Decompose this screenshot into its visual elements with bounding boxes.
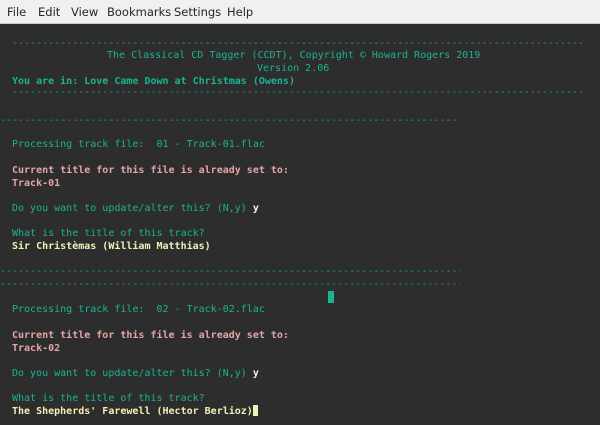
track2-update-prompt: Do you want to update/alter this? (N,y): [12, 368, 253, 379]
menu-bookmarks[interactable]: Bookmarks: [107, 5, 171, 19]
track1-update-prompt: Do you want to update/alter this? (N,y): [12, 203, 253, 214]
track2-update-answer: y: [252, 368, 259, 379]
terminal-cursor: [328, 291, 334, 303]
track1-current-title-label: Current title for this file is already s…: [12, 165, 289, 176]
input-cursor: [252, 405, 258, 416]
menu-edit[interactable]: Edit: [38, 5, 60, 19]
terminal-output[interactable]: ----------------------------------------…: [0, 24, 600, 425]
track1-update-answer: y: [252, 203, 259, 214]
app-title: The Classical CD Tagger (CCDT), Copyrigh…: [107, 50, 481, 61]
track2-processing: Processing track file: 02 - Track-02.fla…: [12, 304, 265, 315]
separator-3: ----------------------------------------…: [0, 279, 460, 290]
track2-title-prompt: What is the title of this track?: [12, 393, 205, 404]
header-rule-bottom: ----------------------------------------…: [12, 87, 584, 98]
menu-help[interactable]: Help: [227, 5, 253, 19]
track1-title-prompt: What is the title of this track?: [12, 228, 205, 239]
track1-update-line: Do you want to update/alter this? (N,y) …: [12, 202, 259, 215]
track2-update-line: Do you want to update/alter this? (N,y) …: [12, 367, 259, 380]
menu-bar: File Edit View Bookmarks Settings Help: [0, 0, 600, 24]
track2-title-answer: The Shepherds' Farewell (Hector Berlioz): [12, 406, 253, 417]
menu-settings[interactable]: Settings: [174, 5, 221, 19]
separator-2: ----------------------------------------…: [0, 266, 460, 277]
menu-file[interactable]: File: [7, 5, 26, 19]
track2-current-title: Track-02: [12, 343, 61, 354]
app-version: Version 2.06: [257, 63, 330, 74]
track2-current-title-label: Current title for this file is already s…: [12, 330, 289, 341]
track1-current-title: Track-01: [12, 178, 61, 189]
track2-input-line[interactable]: The Shepherds' Farewell (Hector Berlioz): [12, 405, 258, 418]
track1-title-answer: Sir Christèmas (William Matthias): [12, 241, 211, 252]
menu-view[interactable]: View: [71, 5, 98, 19]
separator-1: ----------------------------------------…: [0, 115, 460, 126]
track1-processing: Processing track file: 01 - Track-01.fla…: [12, 139, 265, 150]
